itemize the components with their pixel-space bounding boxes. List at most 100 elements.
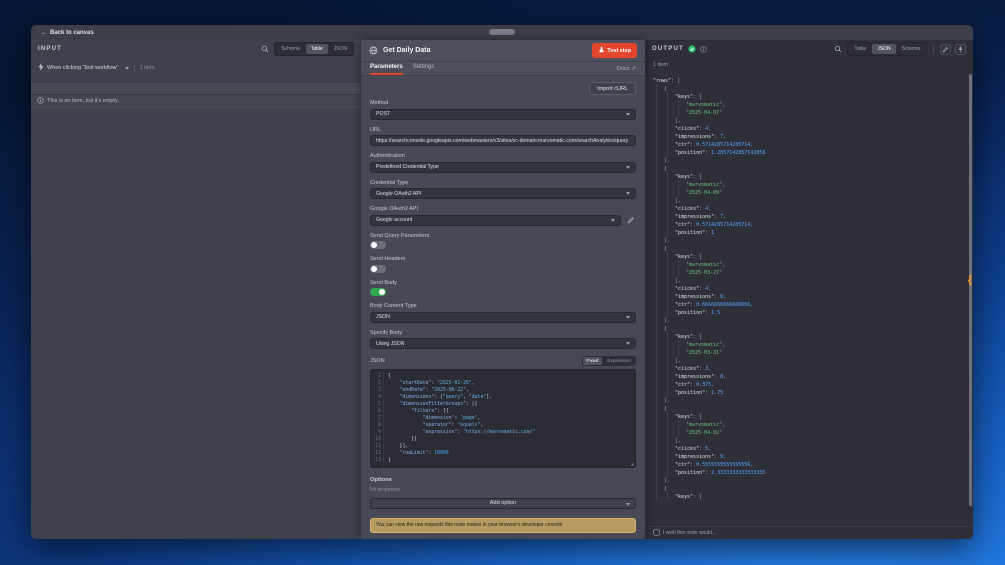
send-query-parameters-toggle[interactable] [370, 241, 386, 249]
http-request-node-icon [369, 42, 378, 60]
node-parameters-body: Import cURL Method POST URL https://sear… [361, 76, 645, 539]
send-body-toggle[interactable] [370, 288, 386, 296]
docs-label: Docs [616, 66, 630, 72]
send-query-parameters-label: Send Query Parameters [370, 232, 430, 239]
input-source-select[interactable]: When clicking 'Test workflow' 1 item [31, 58, 361, 78]
url-value: https://searchconsole.googleapis.com/web… [376, 137, 629, 144]
output-json-tree: "rows": [{"keys": ["marvomatic", "2025-04… [645, 68, 973, 526]
node-tabs: Parameters Settings Docs ↗ [361, 62, 645, 76]
node-title: Get Daily Data [383, 47, 431, 54]
output-view-schema[interactable]: Schema [897, 44, 925, 54]
chevron-down-icon [626, 112, 630, 116]
parameter-mode-toggle: Fixed Expression [581, 356, 636, 366]
import-curl-button[interactable]: Import cURL [589, 82, 636, 95]
url-field: URL https://searchconsole.googleapis.com… [370, 127, 636, 146]
divider [133, 64, 135, 72]
node-settings-panel: Get Daily Data Test step Parameters Sett… [361, 40, 645, 539]
divider [933, 44, 934, 54]
output-panel-header: OUTPUT Table JSON Schema [645, 40, 973, 58]
specify-body-label: Specify Body [370, 329, 403, 336]
credential-type-value: Google OAuth2 API [376, 190, 422, 197]
node-details-window: ← Back to canvas INPUT Schema Table JSON [31, 25, 973, 539]
authentication-label: Authentication [370, 153, 405, 159]
output-search-icon[interactable] [832, 44, 843, 55]
back-arrow-icon: ← [41, 29, 47, 36]
send-body-label: Send Body [370, 279, 397, 286]
edit-credential-icon[interactable] [625, 215, 636, 226]
mode-expression-button[interactable]: Expression [603, 357, 635, 365]
node-drag-handle[interactable] [489, 29, 515, 35]
specify-body-field: Specify Body Using JSON [370, 329, 636, 349]
input-item-count: 1 item [139, 65, 155, 71]
method-value: POST [376, 111, 391, 117]
google-oauth2-label: Google OAuth2 API [370, 206, 419, 212]
authentication-field: Authentication Predefined Credential Typ… [370, 153, 636, 173]
google-oauth2-value: Google account [376, 217, 413, 223]
empty-item-row: This is an item, but it's empty. [31, 95, 361, 107]
chevron-down-icon [611, 218, 615, 222]
output-footer: I wish this node would... [645, 526, 973, 539]
google-oauth2-field: Google OAuth2 API Google account [370, 206, 636, 226]
chevron-down-icon [626, 502, 630, 506]
send-query-parameters-field: Send Query Parameters [370, 232, 636, 249]
input-source-label: When clicking 'Test workflow' [47, 65, 118, 71]
add-option-button[interactable]: Add option [370, 497, 636, 509]
panels-container: INPUT Schema Table JSON When clicking 'T… [31, 40, 973, 539]
json-code-editor[interactable]: 1 2 3 4 5 6 7 8 9 10 11 12 13 { "startDate": "2025-0… [370, 368, 636, 468]
method-label: Method [370, 100, 389, 106]
send-headers-toggle[interactable] [370, 264, 386, 273]
editor-resize-handle[interactable] [630, 461, 634, 466]
input-view-schema[interactable]: Schema [276, 44, 304, 54]
pin-data-icon[interactable] [955, 43, 966, 55]
input-panel: INPUT Schema Table JSON When clicking 'T… [31, 40, 361, 539]
input-empty-table: This is an item, but it's empty. [31, 83, 361, 108]
input-view-switch: Schema Table JSON [274, 42, 354, 56]
feedback-link[interactable]: I wish this node would... [663, 530, 716, 536]
chevron-down-icon [124, 66, 129, 70]
feedback-icon [653, 528, 660, 538]
options-empty-text: No properties [370, 486, 401, 493]
credential-type-select[interactable]: Google OAuth2 API [370, 188, 636, 199]
chevron-down-icon [626, 165, 630, 169]
docs-link[interactable]: Docs ↗ [617, 66, 636, 75]
bolt-icon [38, 63, 44, 73]
table-header-row [31, 84, 361, 95]
body-content-type-select[interactable]: JSON [370, 311, 636, 323]
info-icon [37, 96, 44, 106]
authentication-select[interactable]: Predefined Credential Type [370, 161, 636, 173]
credential-type-label: Credential Type [370, 179, 409, 186]
tab-parameters[interactable]: Parameters [370, 64, 403, 75]
test-step-button[interactable]: Test step [591, 43, 637, 58]
developer-console-notice: You can view the raw requests this node … [370, 517, 636, 534]
url-input[interactable]: https://searchconsole.googleapis.com/web… [370, 135, 636, 146]
body-content-type-field: Body Content Type JSON [370, 303, 636, 323]
options-label: Options [370, 476, 392, 483]
authentication-value: Predefined Credential Type [376, 164, 439, 170]
output-panel: OUTPUT Table JSON Schema 1 item "rows": … [645, 40, 973, 539]
back-to-canvas-button[interactable]: ← Back to canvas [37, 28, 98, 38]
output-view-table[interactable]: Table [849, 44, 871, 54]
input-view-table[interactable]: Table [305, 44, 328, 54]
output-view-json[interactable]: JSON [872, 44, 896, 54]
tab-settings[interactable]: Settings [413, 64, 435, 75]
chevron-down-icon [626, 342, 630, 345]
method-select[interactable]: POST [370, 108, 636, 120]
body-content-type-label: Body Content Type [370, 303, 417, 309]
output-view-switch: Table JSON Schema [847, 42, 927, 56]
flask-icon [598, 46, 605, 55]
mode-fixed-button[interactable]: Fixed [582, 357, 603, 365]
specify-body-select[interactable]: Using JSON [370, 338, 636, 349]
test-step-label: Test step [607, 47, 631, 54]
google-oauth2-select[interactable]: Google account [370, 214, 621, 226]
options-section: Options No properties Add option [370, 477, 636, 509]
json-body-label: JSON [370, 358, 385, 364]
output-panel-title: OUTPUT [652, 46, 684, 52]
input-search-icon[interactable] [259, 44, 270, 55]
success-check-icon [688, 40, 696, 58]
edit-output-icon[interactable] [940, 43, 951, 55]
expression-brace-icon: { [967, 274, 972, 286]
send-body-field: Send Body [370, 279, 636, 296]
json-code-gutter: 1 2 3 4 5 6 7 8 9 10 11 12 13 [371, 369, 384, 467]
output-scrollbar[interactable] [969, 74, 972, 506]
input-view-json[interactable]: JSON [329, 44, 352, 54]
